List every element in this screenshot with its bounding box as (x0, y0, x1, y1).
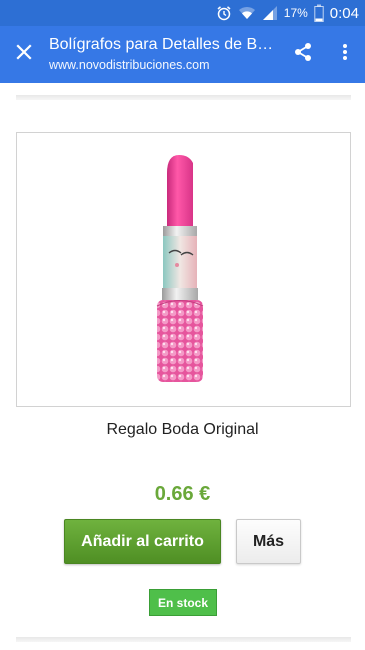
wifi-icon (238, 5, 256, 21)
close-icon (16, 44, 32, 65)
section-divider-top (16, 95, 351, 100)
custom-tab-toolbar: Bolígrafos para Detalles de Boda www.nov… (0, 26, 365, 83)
battery-icon (314, 4, 324, 22)
title-block: Bolígrafos para Detalles de Boda www.nov… (48, 35, 281, 74)
overflow-menu-button[interactable] (325, 26, 365, 83)
status-bar: 17% 0:04 (0, 0, 365, 26)
clock: 0:04 (329, 4, 359, 22)
more-vert-icon (342, 43, 348, 66)
signal-icon (262, 5, 278, 21)
product-name-link[interactable]: Regalo Boda Original (0, 421, 365, 439)
stock-badge: En stock (149, 589, 217, 616)
alarm-icon (216, 5, 232, 21)
section-divider-bottom (16, 637, 351, 642)
page-title: Bolígrafos para Detalles de Boda (49, 36, 274, 53)
more-button[interactable]: Más (236, 519, 301, 564)
close-button[interactable] (0, 26, 48, 83)
page-url: www.novodistribuciones.com (49, 58, 210, 72)
add-to-cart-button[interactable]: Añadir al carrito (64, 519, 221, 564)
share-button[interactable] (281, 26, 325, 83)
battery-percent: 17% (283, 6, 308, 20)
product-price: 0.66 € (154, 483, 211, 505)
product-image[interactable] (17, 133, 350, 406)
share-icon (293, 42, 313, 67)
product-image-frame[interactable] (16, 132, 351, 407)
